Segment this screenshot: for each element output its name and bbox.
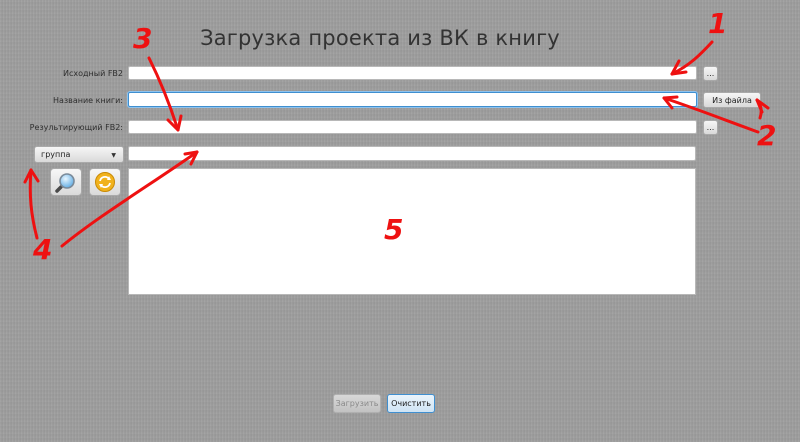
annotation-number-4: 4 xyxy=(33,233,53,266)
annotation-number-2: 2 xyxy=(757,119,777,152)
chevron-down-icon: ▼ xyxy=(111,152,116,159)
source-fb2-input[interactable] xyxy=(128,66,697,80)
source-fb2-label: Исходный FB2 xyxy=(62,69,123,78)
refresh-button[interactable] xyxy=(89,168,121,196)
clear-button[interactable]: Очистить xyxy=(387,394,435,413)
log-textarea[interactable] xyxy=(128,168,696,295)
result-fb2-label: Результирующий FB2: xyxy=(29,123,123,132)
result-fb2-input[interactable] xyxy=(128,120,697,134)
source-fb2-browse-button[interactable]: ... xyxy=(703,66,718,81)
window-title: Загрузка проекта из ВК в книгу xyxy=(200,26,560,50)
book-name-input[interactable] xyxy=(128,92,697,107)
annotation-number-5: 5 xyxy=(384,213,404,246)
annotation-number-3: 3 xyxy=(133,22,153,55)
result-fb2-browse-button[interactable]: ... xyxy=(703,120,718,135)
load-button[interactable]: Загрузить xyxy=(333,394,381,413)
source-type-selected: группа xyxy=(41,150,71,159)
from-file-button[interactable]: Из файла xyxy=(703,92,761,108)
annotation-arrow-4a xyxy=(28,168,39,240)
refresh-icon xyxy=(95,172,115,192)
search-button[interactable] xyxy=(50,168,82,196)
annotation-number-1: 1 xyxy=(708,7,728,40)
source-type-dropdown[interactable]: группа ▼ xyxy=(34,146,124,163)
book-name-label: Название книги: xyxy=(52,96,123,105)
group-input[interactable] xyxy=(128,146,696,161)
magnifier-icon xyxy=(55,173,75,193)
